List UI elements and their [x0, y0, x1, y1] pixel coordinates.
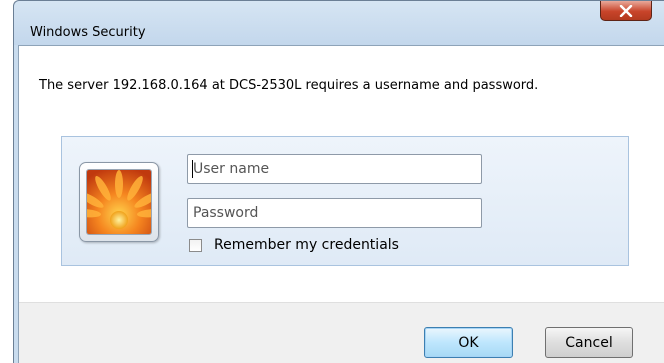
remember-credentials-option[interactable]: Remember my credentials [187, 236, 399, 254]
remember-label: Remember my credentials [214, 237, 399, 253]
button-bar: OK Cancel [19, 302, 664, 363]
cancel-button[interactable]: Cancel [545, 327, 633, 358]
user-picture-icon [86, 169, 152, 235]
credential-panel: Remember my credentials [61, 136, 629, 266]
password-input[interactable] [187, 198, 482, 228]
text-caret [192, 160, 193, 178]
security-dialog-window: Windows Security The server 192.168.0.16… [13, 0, 664, 363]
dialog-body: The server 192.168.0.164 at DCS-2530L re… [18, 45, 664, 363]
user-tile [79, 162, 159, 242]
remember-checkbox[interactable] [189, 238, 202, 252]
close-button[interactable] [600, 1, 652, 21]
username-input[interactable] [187, 154, 482, 184]
ok-button[interactable]: OK [424, 327, 513, 358]
server-message: The server 192.168.0.164 at DCS-2530L re… [39, 78, 539, 93]
close-icon [619, 4, 633, 17]
dialog-titlebar[interactable]: Windows Security [14, 1, 664, 45]
dialog-title: Windows Security [30, 25, 146, 40]
